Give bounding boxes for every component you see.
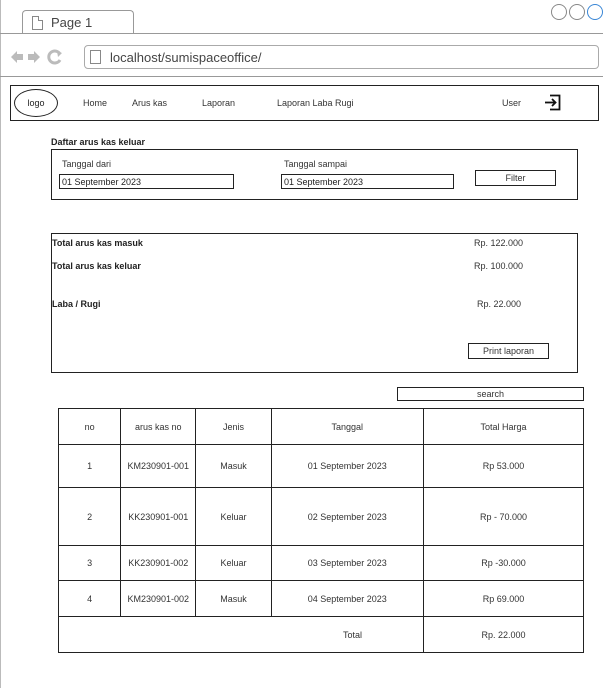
- cell-arus-kas-no: KK230901-002: [120, 545, 197, 581]
- window-controls: [551, 4, 603, 20]
- to-date-label: Tanggal sampai: [284, 159, 348, 169]
- cell-tanggal: 03 September 2023: [270, 545, 425, 581]
- profit-loss-value: Rp. 22.000: [477, 299, 522, 309]
- table-total-row: Total Rp. 22.000: [58, 616, 584, 653]
- nav-laporan[interactable]: Laporan: [202, 98, 235, 108]
- cell-jenis: Masuk: [195, 444, 272, 488]
- cell-arus-kas-no: KK230901-001: [120, 487, 197, 546]
- total-value: Rp. 22.000: [423, 616, 584, 653]
- cell-tanggal: 01 September 2023: [270, 444, 425, 488]
- cell-total-harga: Rp 69.000: [423, 580, 584, 617]
- nav-laporan-laba-rugi[interactable]: Laporan Laba Rugi: [277, 98, 354, 108]
- total-out-label: Total arus kas keluar: [52, 261, 141, 271]
- header-arus-kas-no: arus kas no: [120, 408, 197, 445]
- cell-no: 2: [57, 487, 122, 546]
- nav-buttons: [10, 49, 63, 65]
- cell-total-harga: Rp -30.000: [423, 545, 584, 581]
- logo[interactable]: logo: [14, 89, 58, 117]
- to-date-input[interactable]: 01 September 2023: [281, 174, 454, 189]
- cell-total-harga: Rp 53.000: [423, 444, 584, 488]
- page-icon: [32, 16, 43, 30]
- profit-loss-label: Laba / Rugi: [52, 299, 101, 309]
- url-text: localhost/sumispaceoffice/: [110, 50, 262, 65]
- filter-button[interactable]: Filter: [475, 170, 556, 186]
- total-label-cell: Total: [58, 616, 424, 653]
- header-jenis: Jenis: [195, 408, 272, 445]
- cell-tanggal: 04 September 2023: [270, 580, 425, 617]
- cell-no: 3: [57, 545, 122, 581]
- from-date-label: Tanggal dari: [62, 159, 112, 169]
- total-in-value: Rp. 122.000: [474, 238, 524, 248]
- filter-panel: Tanggal dari 01 September 2023 Tanggal s…: [51, 149, 578, 200]
- table-row[interactable]: 1 KM230901-001 Masuk 01 September 2023 R…: [57, 444, 584, 488]
- close-button[interactable]: [587, 4, 603, 20]
- section-title: Daftar arus kas keluar: [51, 137, 146, 147]
- logout-icon[interactable]: [544, 94, 561, 111]
- nav-user[interactable]: User: [502, 98, 521, 108]
- cell-no: 4: [57, 580, 122, 617]
- cell-tanggal: 02 September 2023: [270, 487, 425, 546]
- table-row[interactable]: 4 KM230901-002 Masuk 04 September 2023 R…: [57, 580, 584, 617]
- nav-home[interactable]: Home: [83, 98, 107, 108]
- cell-no: 1: [57, 444, 122, 488]
- print-report-button[interactable]: Print laporan: [468, 343, 549, 359]
- cell-total-harga: Rp - 70.000: [423, 487, 584, 546]
- cell-jenis: Masuk: [195, 580, 272, 617]
- cell-arus-kas-no: KM230901-001: [120, 444, 197, 488]
- from-date-input[interactable]: 01 September 2023: [59, 174, 234, 189]
- tab-divider: [0, 33, 603, 34]
- tab-title: Page 1: [51, 15, 93, 30]
- app-navbar: logo Home Arus kas Laporan Laporan Laba …: [10, 85, 599, 121]
- nav-arus-kas[interactable]: Arus kas: [132, 98, 167, 108]
- total-label: Total: [342, 629, 362, 640]
- chrome-divider: [0, 76, 603, 77]
- maximize-button[interactable]: [569, 4, 585, 20]
- cashflow-table: no arus kas no Jenis Tanggal Total Harga…: [57, 408, 584, 653]
- minimize-button[interactable]: [551, 4, 567, 20]
- header-no: no: [57, 408, 122, 445]
- cell-jenis: Keluar: [195, 487, 272, 546]
- page-icon: [90, 50, 101, 64]
- cell-arus-kas-no: KM230901-002: [120, 580, 197, 617]
- reload-icon[interactable]: [47, 49, 63, 65]
- browser-tab[interactable]: Page 1: [22, 10, 134, 34]
- summary-panel: Total arus kas masuk Rp. 122.000 Total a…: [51, 233, 578, 373]
- table-row[interactable]: 2 KK230901-001 Keluar 02 September 2023 …: [57, 487, 584, 546]
- address-bar[interactable]: localhost/sumispaceoffice/: [84, 45, 599, 69]
- table-row[interactable]: 3 KK230901-002 Keluar 03 September 2023 …: [57, 545, 584, 581]
- header-total-harga: Total Harga: [423, 408, 584, 445]
- total-out-value: Rp. 100.000: [474, 261, 524, 271]
- table-header-row: no arus kas no Jenis Tanggal Total Harga: [57, 408, 584, 445]
- cell-jenis: Keluar: [195, 545, 272, 581]
- total-in-label: Total arus kas masuk: [52, 238, 143, 248]
- search-input[interactable]: search: [397, 387, 584, 401]
- forward-arrow-icon[interactable]: [27, 50, 41, 64]
- header-tanggal: Tanggal: [270, 408, 425, 445]
- back-arrow-icon[interactable]: [10, 50, 24, 64]
